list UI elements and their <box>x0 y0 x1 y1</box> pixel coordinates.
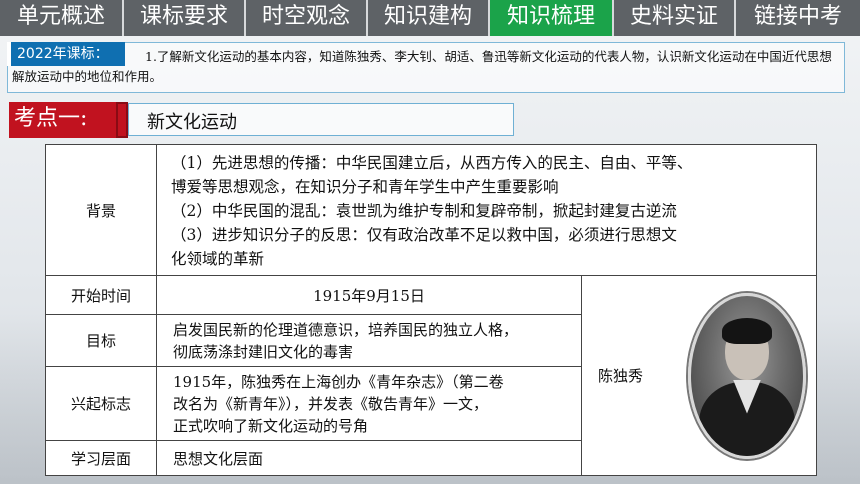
tab-knowledge-construction[interactable]: 知识建构 <box>368 0 490 36</box>
goal-line: 彻底荡涤封建旧文化的毒害 <box>173 343 354 361</box>
goal-label: 目标 <box>46 315 157 367</box>
top-navigation: 单元概述 课标要求 时空观念 知识建构 知识梳理 史料实证 链接中考 <box>0 0 860 36</box>
tab-curriculum-requirements[interactable]: 课标要求 <box>124 0 246 36</box>
background-line: 化领域的革新 <box>171 250 265 268</box>
background-content: （1）先进思想的传播：中华民国建立后，从西方传入的民主、自由、平等、 博爱等思想… <box>157 145 816 276</box>
keypoint-marker <box>116 102 128 138</box>
start-time-label: 开始时间 <box>46 276 157 315</box>
tab-unit-overview[interactable]: 单元概述 <box>0 0 124 36</box>
tab-exam-link[interactable]: 链接中考 <box>736 0 860 36</box>
background-label: 背景 <box>46 145 157 276</box>
background-line: （3）进步知识分子的反思：仅有政治改革不足以救中国，必须进行思想文 <box>171 226 677 244</box>
standard-tag: 2022年课标： <box>7 42 125 66</box>
tab-time-space-concept[interactable]: 时空观念 <box>246 0 368 36</box>
start-time-value: 1915年9月15日 <box>157 276 582 315</box>
person-cell: 陈独秀 <box>582 276 816 475</box>
level-label: 学习层面 <box>46 441 157 475</box>
level-value: 思想文化层面 <box>157 441 582 475</box>
rise-label: 兴起标志 <box>46 367 157 441</box>
rise-line: 1915年，陈独秀在上海创办《青年杂志》（第二卷 <box>173 373 504 391</box>
standard-text: 1.了解新文化运动的基本内容，知道陈独秀、李大钊、胡适、鲁迅等新文化运动的代表人… <box>12 49 832 84</box>
tab-historical-evidence[interactable]: 史料实证 <box>614 0 736 36</box>
portrait-image <box>688 292 806 459</box>
goal-content: 启发国民新的伦理道德意识，培养国民的独立人格， 彻底荡涤封建旧文化的毒害 <box>157 315 582 367</box>
knowledge-table: 背景 （1）先进思想的传播：中华民国建立后，从西方传入的民主、自由、平等、 博爱… <box>45 144 817 476</box>
tab-knowledge-review[interactable]: 知识梳理 <box>490 0 614 36</box>
keypoint-label: 考点一: <box>9 102 127 138</box>
rise-line: 改名为《新青年》），并发表《敬告青年》一文， <box>173 395 489 413</box>
background-line: （1）先进思想的传播：中华民国建立后，从西方传入的民主、自由、平等、 <box>171 154 693 172</box>
rise-content: 1915年，陈独秀在上海创办《青年杂志》（第二卷 改名为《新青年》），并发表《敬… <box>157 367 582 441</box>
background-line: 博爱等思想观念，在知识分子和青年学生中产生重要影响 <box>171 178 559 196</box>
goal-line: 启发国民新的伦理道德意识，培养国民的独立人格， <box>173 321 519 339</box>
person-name: 陈独秀 <box>598 367 644 385</box>
background-line: （2）中华民国的混乱：袁世凯为维护专制和复辟帝制，掀起封建复古逆流 <box>171 202 677 220</box>
rise-line: 正式吹响了新文化运动的号角 <box>173 417 369 435</box>
keypoint-title: 新文化运动 <box>147 112 237 133</box>
